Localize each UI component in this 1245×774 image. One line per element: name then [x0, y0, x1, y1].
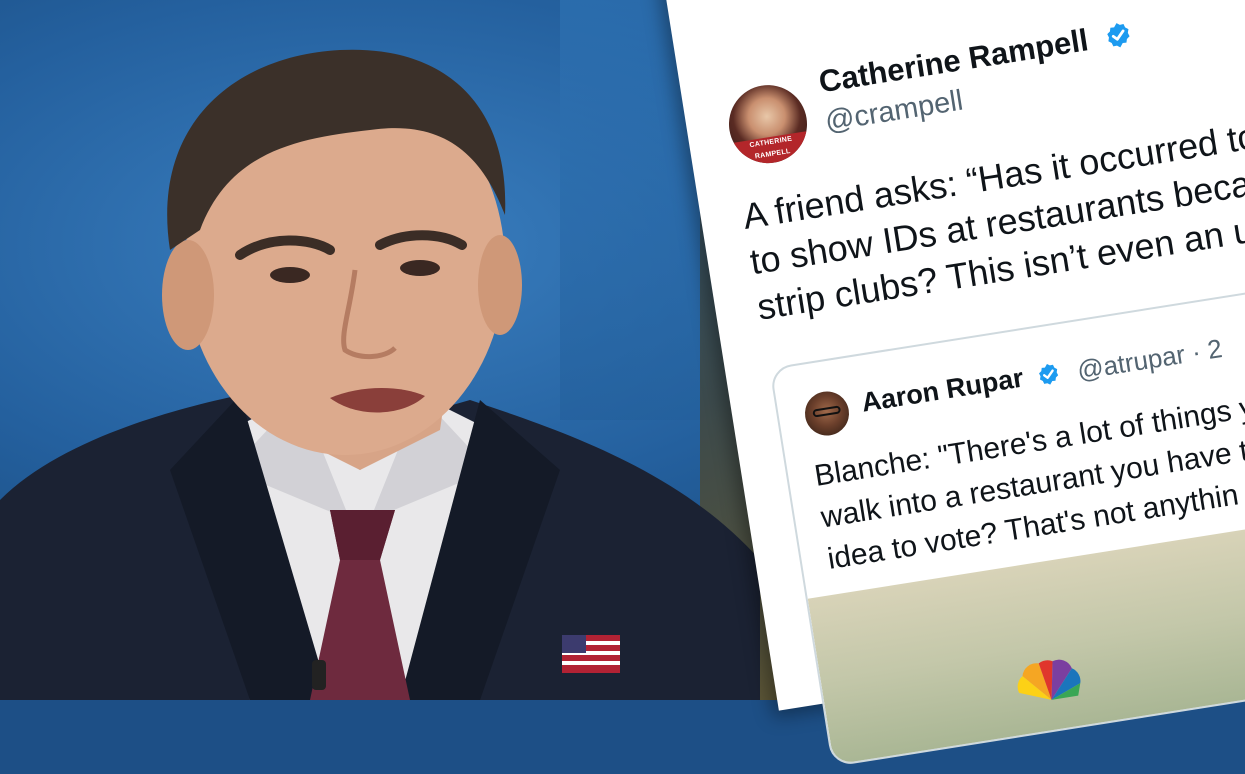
avatar-caption: CATHERINE RAMPELL	[731, 130, 813, 169]
quoted-author-avatar[interactable]	[801, 388, 853, 439]
quoted-author-handle[interactable]: @atrupar · 2	[1075, 333, 1224, 387]
verified-badge-icon	[1039, 363, 1059, 385]
quoted-author-name-text: Aaron Rupar	[859, 362, 1026, 418]
man-in-suit	[0, 0, 760, 700]
verified-badge-icon	[1107, 23, 1130, 48]
quoted-tweet[interactable]: Aaron Rupar @atrupar · 2 Blanche: "There…	[769, 257, 1245, 767]
peacock-logo-icon	[1017, 659, 1081, 700]
glasses-icon	[812, 405, 842, 418]
author-avatar[interactable]: CATHERINE RAMPELL	[723, 79, 813, 169]
american-flag-pin-icon	[562, 635, 620, 673]
quoted-author-name[interactable]: Aaron Rupar	[859, 357, 1062, 419]
author-name[interactable]: Catherine Rampell	[816, 15, 1135, 100]
tweet-text: A friend asks: “Has it occurred to a to …	[740, 85, 1245, 331]
